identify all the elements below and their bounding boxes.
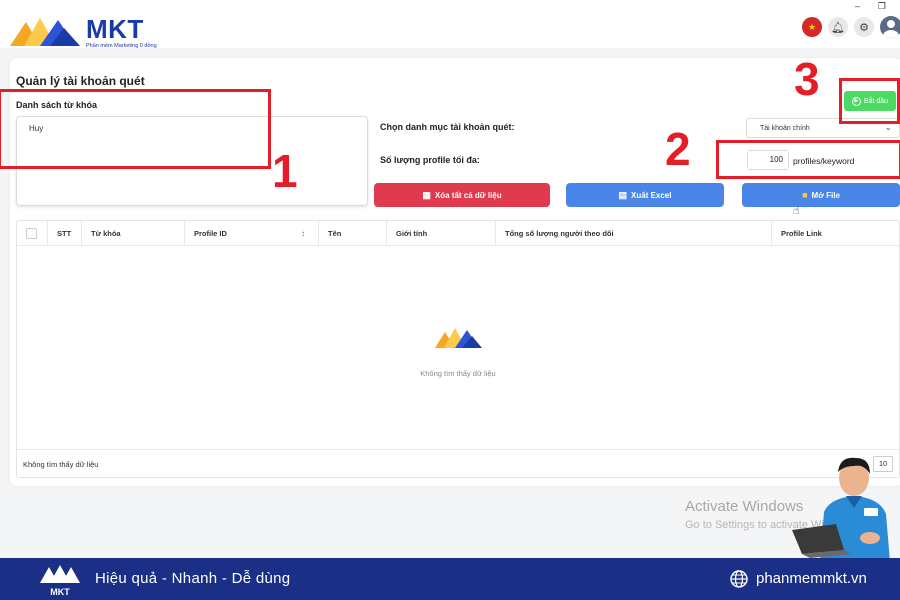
category-select-value: Tài khoản chính bbox=[760, 125, 810, 132]
annotation-number-2: 2 bbox=[665, 123, 691, 175]
bottom-banner: MKT Hiệu quả - Nhanh - Dễ dùng phanmemmk… bbox=[0, 558, 900, 600]
presenter-illustration-icon bbox=[792, 457, 890, 562]
brand-tagline: Phần mềm Marketing 0 đồng bbox=[86, 43, 157, 49]
banner-slogan: Hiệu quả - Nhanh - Dễ dùng bbox=[95, 570, 291, 587]
column-stt[interactable]: STT bbox=[47, 221, 81, 246]
top-bar: MKT Phần mềm Marketing 0 đồng – ❐ ★ 🔔︎ ⚙ bbox=[0, 0, 900, 50]
annotation-number-1: 1 bbox=[272, 145, 298, 197]
brand-name: MKT bbox=[86, 14, 144, 44]
open-file-button[interactable]: ■ Mở File bbox=[742, 183, 900, 207]
user-avatar-icon[interactable] bbox=[880, 16, 900, 38]
empty-state-text: Không tìm thấy dữ liệu bbox=[420, 369, 496, 378]
max-profiles-label: Số lượng profile tối đa: bbox=[380, 155, 480, 165]
restore-button[interactable]: ❐ bbox=[878, 1, 886, 12]
annotation-box-3 bbox=[839, 78, 900, 124]
column-keyword[interactable]: Từ khóa bbox=[81, 221, 184, 246]
window-controls: – ❐ bbox=[855, 1, 886, 12]
banner-logo-text: MKT bbox=[50, 587, 70, 597]
table-footer: Không tìm thấy dữ liệu 10 bbox=[17, 449, 899, 477]
table-header: STT Từ khóa Profile ID ↕ Tên Giới tính T… bbox=[17, 221, 899, 246]
column-profile-id[interactable]: Profile ID bbox=[184, 221, 318, 246]
results-table: STT Từ khóa Profile ID ↕ Tên Giới tính T… bbox=[16, 220, 900, 478]
activate-windows-title: Activate Windows bbox=[685, 498, 804, 515]
column-profile-link[interactable]: Profile Link bbox=[771, 221, 900, 246]
delete-sheet-icon: ▦ bbox=[422, 189, 431, 200]
excel-icon: ▤ bbox=[618, 189, 628, 200]
column-gender[interactable]: Giới tính bbox=[386, 221, 495, 246]
minimize-button[interactable]: – bbox=[855, 1, 860, 12]
annotation-number-3: 3 bbox=[794, 53, 820, 105]
globe-icon bbox=[730, 570, 748, 588]
vietnam-flag-icon[interactable]: ★ bbox=[802, 17, 822, 37]
sort-icon[interactable]: ↕ bbox=[301, 221, 305, 246]
banner-logo-icon: MKT bbox=[40, 565, 80, 597]
mkt-logo-icon bbox=[10, 18, 80, 46]
category-label: Chọn danh mục tài khoản quét: bbox=[380, 122, 515, 132]
annotation-box-2 bbox=[716, 140, 900, 179]
column-follower-count[interactable]: Tổng số lượng người theo dõi bbox=[495, 221, 771, 246]
delete-all-button[interactable]: ▦ Xóa tất cả dữ liệu bbox=[374, 183, 550, 207]
export-excel-label: Xuất Excel bbox=[631, 190, 672, 200]
app-logo: MKT Phần mềm Marketing 0 đồng bbox=[10, 12, 157, 50]
delete-all-label: Xóa tất cả dữ liệu bbox=[434, 190, 502, 200]
gear-icon[interactable]: ⚙ bbox=[854, 17, 874, 37]
column-name[interactable]: Tên bbox=[318, 221, 386, 246]
hand-cursor-icon: ☝ bbox=[793, 205, 800, 217]
open-file-label: Mở File bbox=[811, 190, 840, 200]
folder-icon: ■ bbox=[802, 190, 808, 200]
header-actions: ★ 🔔︎ ⚙ bbox=[802, 16, 900, 38]
page-title: Quản lý tài khoản quét bbox=[16, 74, 145, 88]
bell-icon[interactable]: 🔔︎ bbox=[828, 17, 848, 37]
table-footer-text: Không tìm thấy dữ liệu bbox=[23, 460, 99, 469]
empty-state-logo-icon bbox=[435, 328, 482, 348]
select-all-checkbox[interactable] bbox=[26, 228, 37, 239]
export-excel-button[interactable]: ▤ Xuất Excel bbox=[566, 183, 724, 207]
annotation-box-1 bbox=[0, 89, 271, 169]
banner-website[interactable]: phanmemmkt.vn bbox=[756, 570, 867, 587]
